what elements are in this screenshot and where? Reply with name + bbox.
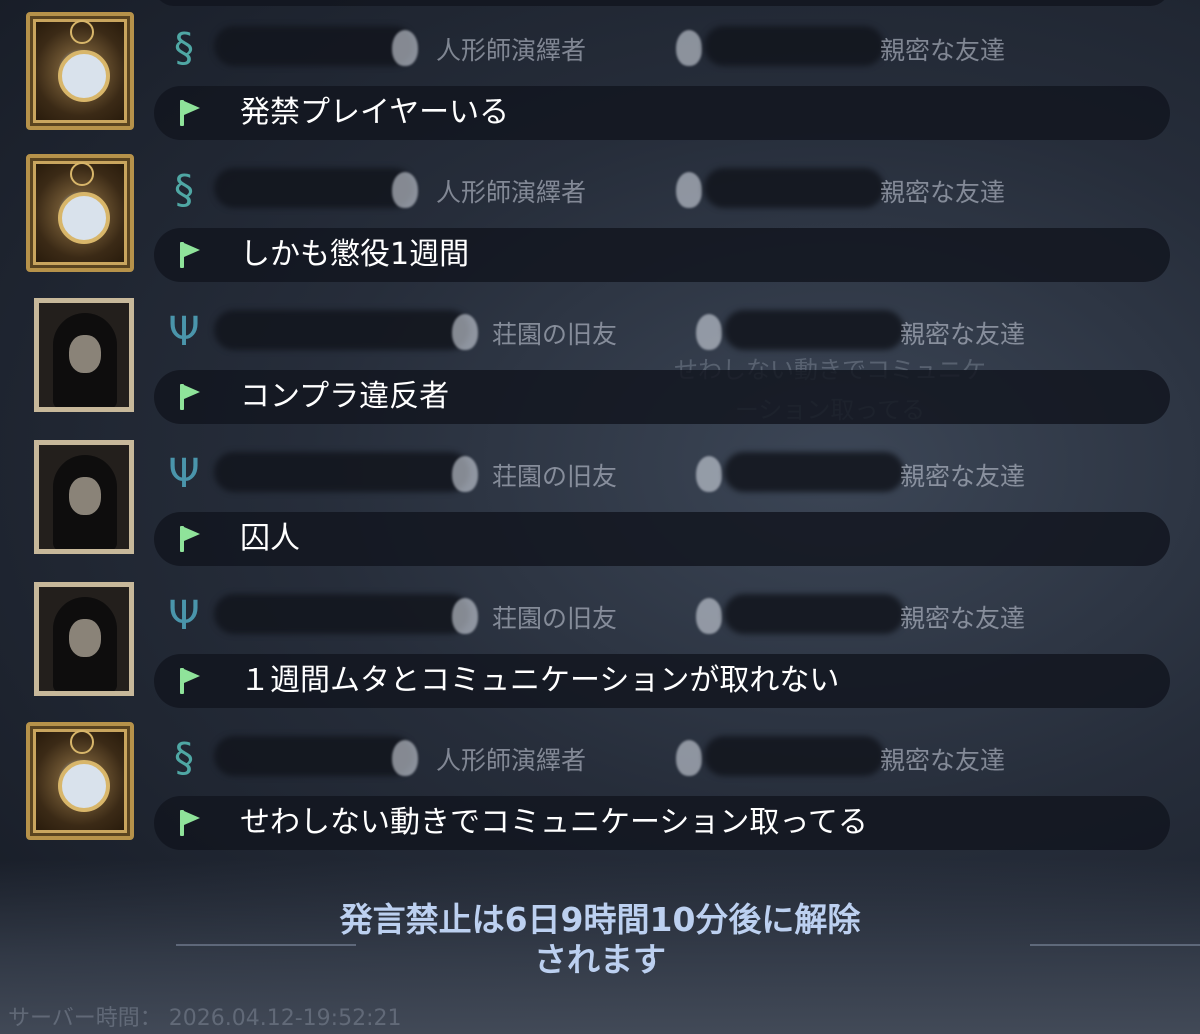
- blurred-friend-name: [704, 26, 884, 66]
- blurred-friend-name: [724, 452, 904, 492]
- tag-icon: [696, 456, 722, 492]
- player-title: 荘園の旧友: [492, 320, 618, 349]
- gold-mirror-frame-icon[interactable]: [26, 722, 134, 840]
- tag-icon: [452, 314, 478, 350]
- message-bubble: しかも懲役1週間: [154, 228, 1170, 282]
- blurred-player-name: [214, 310, 470, 350]
- message-text: しかも懲役1週間: [240, 237, 470, 272]
- green-flag-icon: [180, 384, 202, 410]
- deer-emblem-icon: Ψ: [168, 451, 200, 497]
- server-time-value: 2026.04.12-19:52:21: [168, 1006, 402, 1031]
- player-title: 人形師演繹者: [436, 178, 587, 207]
- green-flag-icon: [180, 100, 202, 126]
- tag-icon: [676, 172, 702, 208]
- green-flag-icon: [180, 810, 202, 836]
- chat-entry: Ψ 荘園の旧友 親密な友達 １週間ムタとコミュニケーションが取れない: [0, 568, 1200, 708]
- green-flag-icon: [180, 668, 202, 694]
- hooded-prisoner-icon[interactable]: [34, 582, 134, 696]
- chat-entry: Ψ 荘園の旧友 親密な友達 コンプラ違反者: [0, 284, 1200, 424]
- blurred-friend-name: [724, 310, 904, 350]
- relation-label: 親密な友達: [900, 320, 1026, 349]
- blurred-player-name: [214, 736, 414, 776]
- message-text: 囚人: [240, 521, 300, 556]
- player-title: 人形師演繹者: [436, 746, 587, 775]
- blurred-friend-name: [704, 736, 884, 776]
- blurred-friend-name: [704, 168, 884, 208]
- hooded-prisoner-icon[interactable]: [34, 440, 134, 554]
- blurred-player-name: [214, 168, 414, 208]
- message-text: コンプラ違反者: [240, 379, 450, 414]
- gold-mirror-frame-icon[interactable]: [26, 154, 134, 272]
- divider-right: [1030, 944, 1200, 946]
- relation-label: 親密な友達: [880, 178, 1006, 207]
- message-bubble: せわしない動きでコミュニケーション取ってる: [154, 796, 1170, 850]
- message-bubble: コンプラ違反者: [154, 370, 1170, 424]
- deer-emblem-icon: Ψ: [168, 593, 200, 639]
- message-text: １週間ムタとコミュニケーションが取れない: [240, 663, 840, 698]
- s-emblem-icon: §: [174, 25, 194, 71]
- chat-entry: § 人形師演繹者 親密な友達 発禁プレイヤーいる: [0, 0, 1200, 140]
- relation-label: 親密な友達: [880, 36, 1006, 65]
- tag-icon: [696, 598, 722, 634]
- chat-ban-notice: 発言禁止は6日9時間10分後に解除 されます: [300, 900, 900, 980]
- relation-label: 親密な友達: [880, 746, 1006, 775]
- green-flag-icon: [180, 526, 202, 552]
- green-flag-icon: [180, 242, 202, 268]
- tag-icon: [696, 314, 722, 350]
- player-title: 人形師演繹者: [436, 36, 587, 65]
- blurred-player-name: [214, 452, 470, 492]
- s-emblem-icon: §: [174, 735, 194, 781]
- message-text: 発禁プレイヤーいる: [240, 95, 510, 130]
- deer-emblem-icon: Ψ: [168, 309, 200, 355]
- blurred-player-name: [214, 26, 414, 66]
- tag-icon: [392, 30, 418, 66]
- message-bubble: １週間ムタとコミュニケーションが取れない: [154, 654, 1170, 708]
- ban-notice-line-2: されます: [534, 940, 666, 979]
- server-time-label: サーバー時間：: [8, 1006, 162, 1031]
- s-emblem-icon: §: [174, 167, 194, 213]
- tag-icon: [676, 740, 702, 776]
- gold-mirror-frame-icon[interactable]: [26, 12, 134, 130]
- tag-icon: [392, 172, 418, 208]
- blurred-player-name: [214, 594, 470, 634]
- tag-icon: [452, 598, 478, 634]
- ban-notice-line-1: 発言禁止は6日9時間10分後に解除: [339, 900, 861, 939]
- chat-entry: Ψ 荘園の旧友 親密な友達 囚人: [0, 426, 1200, 566]
- tag-icon: [676, 30, 702, 66]
- chat-entry: § 人形師演繹者 親密な友達 せわしない動きでコミュニケーション取ってる: [0, 710, 1200, 850]
- tag-icon: [392, 740, 418, 776]
- relation-label: 親密な友達: [900, 604, 1026, 633]
- player-title: 荘園の旧友: [492, 604, 618, 633]
- server-time: サーバー時間： 2026.04.12-19:52:21: [8, 1004, 402, 1034]
- blurred-friend-name: [724, 594, 904, 634]
- message-text: せわしない動きでコミュニケーション取ってる: [240, 805, 868, 840]
- chat-entry: § 人形師演繹者 親密な友達 しかも懲役1週間: [0, 142, 1200, 282]
- player-title: 荘園の旧友: [492, 462, 618, 491]
- tag-icon: [452, 456, 478, 492]
- message-bubble: 発禁プレイヤーいる: [154, 86, 1170, 140]
- message-bubble: 囚人: [154, 512, 1170, 566]
- hooded-prisoner-icon[interactable]: [34, 298, 134, 412]
- relation-label: 親密な友達: [900, 462, 1026, 491]
